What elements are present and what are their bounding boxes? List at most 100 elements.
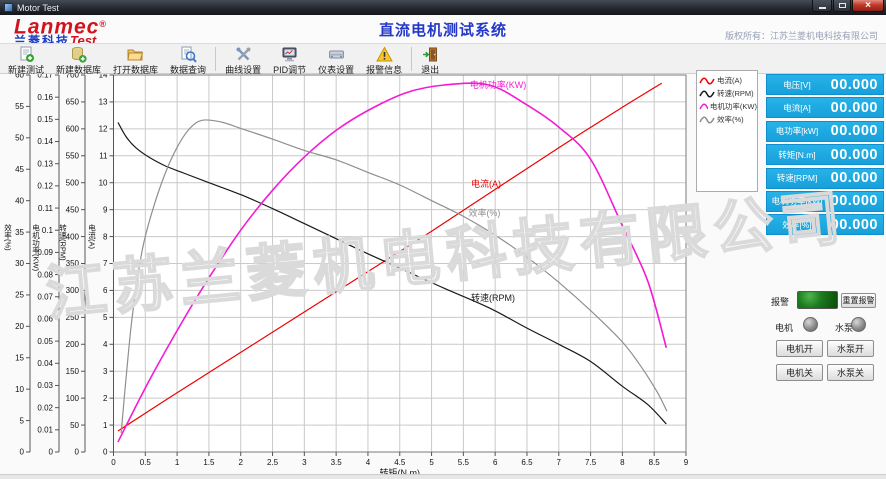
svg-text:7: 7 bbox=[557, 458, 562, 467]
toolbar-button-pid-tuning[interactable]: PID调节 bbox=[267, 45, 312, 73]
svg-text:50: 50 bbox=[70, 421, 79, 430]
motor-label: 电机 bbox=[775, 321, 793, 334]
svg-text:0: 0 bbox=[103, 448, 108, 457]
curve-label: 电机功率(KW) bbox=[470, 79, 527, 90]
svg-text:5: 5 bbox=[429, 458, 434, 467]
y-axis-title: 电流(A) bbox=[87, 223, 96, 250]
svg-text:4: 4 bbox=[103, 340, 108, 349]
alarm-indicator bbox=[797, 291, 838, 309]
y-axis-title: 转速(RPM) bbox=[58, 223, 67, 262]
svg-text:7.5: 7.5 bbox=[585, 458, 597, 467]
svg-text:9: 9 bbox=[684, 458, 689, 467]
svg-text:13: 13 bbox=[99, 98, 108, 107]
legend-line-icon bbox=[699, 76, 715, 86]
toolbar-separator bbox=[215, 47, 216, 71]
motor-on-button[interactable]: 电机开 bbox=[776, 340, 823, 357]
open-database-icon bbox=[127, 46, 144, 63]
motor-curves-chart: 051015202530354045505560效率(%)00.010.020.… bbox=[0, 74, 694, 479]
pump-off-button[interactable]: 水泵关 bbox=[827, 364, 874, 381]
value-box-label: 电功率[kW] bbox=[767, 125, 827, 137]
pid-tuning-icon bbox=[281, 46, 298, 63]
minimize-button[interactable] bbox=[812, 0, 832, 12]
toolbar-button-alarm-info[interactable]: 报警信息 bbox=[360, 45, 408, 73]
svg-text:8: 8 bbox=[103, 232, 108, 241]
toolbar-button-curve-settings[interactable]: 曲线设置 bbox=[219, 45, 267, 73]
curve-label: 电流(A) bbox=[471, 178, 501, 189]
toolbar-button-data-query[interactable]: 数据查询 bbox=[164, 45, 212, 73]
svg-text:6.5: 6.5 bbox=[521, 458, 533, 467]
svg-text:700: 700 bbox=[66, 74, 80, 80]
toolbar-button-new-test[interactable]: 新建测试 bbox=[2, 45, 50, 73]
curve-label: 转速(RPM) bbox=[471, 292, 515, 303]
legend-line-icon bbox=[699, 89, 715, 99]
pump-on-button[interactable]: 水泵开 bbox=[827, 340, 874, 357]
value-box-label: 电机功率[kW] bbox=[767, 195, 827, 207]
maximize-button[interactable] bbox=[833, 0, 851, 12]
value-box-label: 效率[%] bbox=[767, 219, 827, 231]
motor-test-window: Motor Test × Lanmec® 兰菱科技Test 直流电机测试系统 版… bbox=[0, 0, 886, 479]
value-box: 转矩[N.m]00.000 bbox=[766, 144, 884, 165]
legend-item: 转速(RPM) bbox=[699, 87, 757, 100]
toolbar-button-exit[interactable]: 退出 bbox=[415, 45, 445, 73]
toolbar-button-meter-settings[interactable]: 仪表设置 bbox=[312, 45, 360, 73]
svg-text:1.5: 1.5 bbox=[203, 458, 215, 467]
toolbar-button-new-database[interactable]: 新建数据库 bbox=[50, 45, 107, 73]
pump-status-led bbox=[851, 317, 866, 332]
value-box-label: 电流[A] bbox=[767, 102, 827, 114]
y-axis-title: 电机功率(KW) bbox=[31, 223, 40, 272]
toolbar-separator bbox=[411, 47, 412, 71]
value-box-value: 00.000 bbox=[827, 170, 883, 186]
value-box: 效率[%]00.000 bbox=[766, 214, 884, 235]
svg-text:450: 450 bbox=[66, 205, 80, 214]
svg-text:3.5: 3.5 bbox=[331, 458, 343, 467]
value-box-value: 00.000 bbox=[827, 123, 883, 139]
motor-status-led bbox=[803, 317, 818, 332]
y-axis-title: 效率(%) bbox=[3, 223, 12, 252]
new-test-icon bbox=[18, 46, 35, 63]
svg-text:0.1: 0.1 bbox=[42, 226, 54, 235]
svg-text:0.5: 0.5 bbox=[140, 458, 152, 467]
value-box-label: 转矩[N.m] bbox=[767, 149, 827, 161]
value-box: 转速[RPM]00.000 bbox=[766, 168, 884, 189]
svg-text:5: 5 bbox=[103, 313, 108, 322]
alarm-label: 报警 bbox=[771, 295, 789, 308]
svg-text:2: 2 bbox=[103, 394, 108, 403]
svg-text:0.04: 0.04 bbox=[37, 359, 53, 368]
svg-text:15: 15 bbox=[15, 353, 24, 362]
legend-label: 转速(RPM) bbox=[717, 88, 754, 99]
value-box: 电功率[kW]00.000 bbox=[766, 121, 884, 142]
svg-text:50: 50 bbox=[15, 134, 24, 143]
svg-text:12: 12 bbox=[99, 125, 108, 134]
svg-text:3: 3 bbox=[103, 367, 108, 376]
svg-text:550: 550 bbox=[66, 151, 80, 160]
svg-text:4.5: 4.5 bbox=[394, 458, 406, 467]
svg-text:0.03: 0.03 bbox=[37, 381, 53, 390]
svg-text:35: 35 bbox=[15, 228, 24, 237]
curve-settings-icon bbox=[235, 46, 252, 63]
meter-settings-icon bbox=[328, 46, 345, 63]
legend-line-icon bbox=[699, 115, 715, 125]
svg-text:2.5: 2.5 bbox=[267, 458, 279, 467]
svg-text:0.05: 0.05 bbox=[37, 337, 53, 346]
legend-label: 效率(%) bbox=[717, 114, 744, 125]
svg-text:4: 4 bbox=[366, 458, 371, 467]
svg-text:0: 0 bbox=[111, 458, 116, 467]
svg-text:6: 6 bbox=[103, 286, 108, 295]
svg-text:0.15: 0.15 bbox=[37, 115, 53, 124]
data-query-icon bbox=[180, 46, 197, 63]
measurement-panel: 电压[V]00.000电流[A]00.000电功率[kW]00.000转矩[N.… bbox=[766, 74, 884, 238]
value-box: 电机功率[kW]00.000 bbox=[766, 191, 884, 212]
svg-text:6: 6 bbox=[493, 458, 498, 467]
toolbar-button-open-database[interactable]: 打开数据库 bbox=[107, 45, 164, 73]
legend-item: 电流(A) bbox=[699, 74, 757, 87]
svg-text:600: 600 bbox=[66, 125, 80, 134]
svg-text:1: 1 bbox=[175, 458, 180, 467]
legend-label: 电机功率(KW) bbox=[710, 101, 757, 112]
new-database-icon bbox=[70, 46, 87, 63]
window-controls: × bbox=[811, 0, 884, 12]
reset-alarm-button[interactable]: 重置报警 bbox=[841, 293, 876, 308]
motor-off-button[interactable]: 电机关 bbox=[776, 364, 823, 381]
close-button[interactable]: × bbox=[852, 0, 884, 12]
alarm-info-icon bbox=[376, 46, 393, 63]
svg-text:8: 8 bbox=[620, 458, 625, 467]
